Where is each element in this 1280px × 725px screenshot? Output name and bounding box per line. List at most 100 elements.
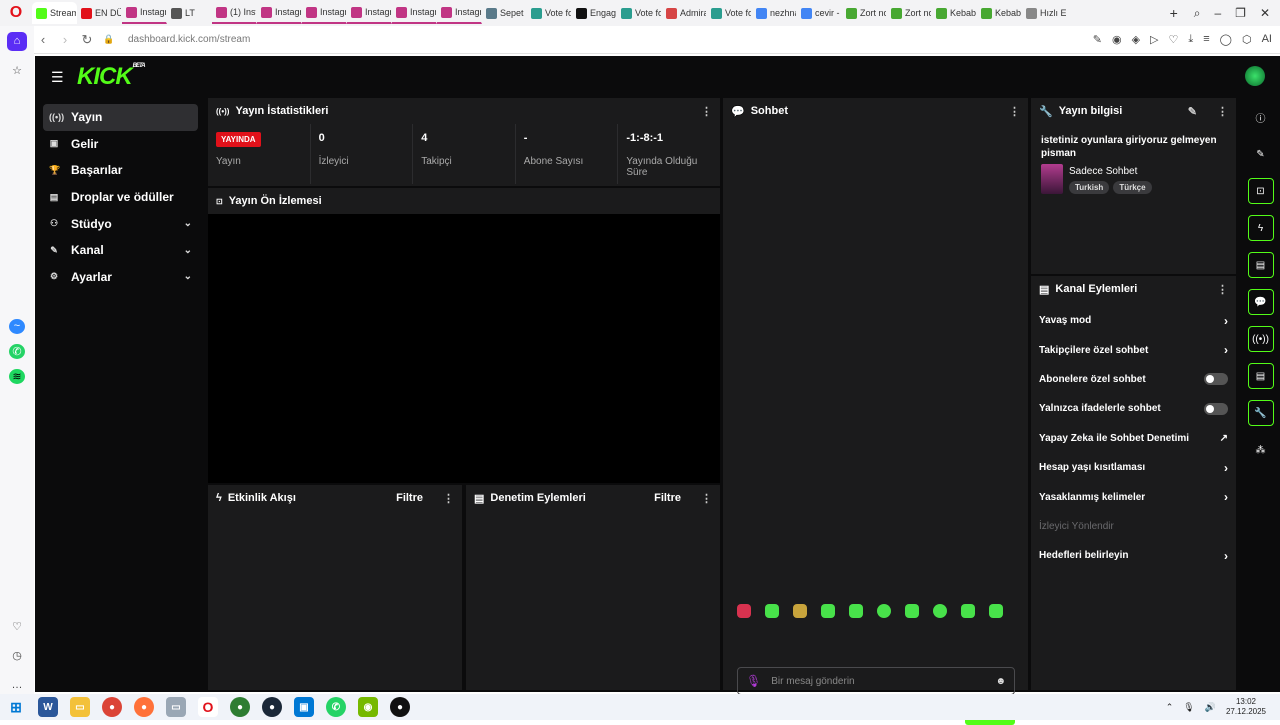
edit-icon[interactable]: ✎ — [1248, 141, 1274, 167]
nav-item[interactable]: ⚙ Ayarlar ⌄ — [43, 264, 198, 291]
steam-icon[interactable]: ● — [262, 697, 282, 717]
browser-tab[interactable]: Instagr — [347, 2, 392, 24]
stream-preview[interactable] — [208, 214, 720, 483]
chevron-right-icon[interactable]: › — [1224, 549, 1228, 563]
channel-action-item[interactable]: Yavaş mod › — [1031, 306, 1236, 335]
browser-tab[interactable]: nezhna — [752, 2, 797, 24]
category-thumbnail[interactable] — [1041, 164, 1063, 194]
browser-tab[interactable]: cevir - — [797, 2, 842, 24]
nav-item[interactable]: 🏆 Başarılar — [43, 157, 198, 184]
file-explorer-icon[interactable]: ▭ — [70, 697, 90, 717]
avatar[interactable] — [1245, 66, 1265, 86]
chevron-down-icon[interactable]: ⌄ — [184, 218, 192, 229]
nav-item[interactable]: ((•)) Yayın — [43, 104, 198, 131]
browser-tab[interactable]: Vote fo — [527, 2, 572, 24]
ai-button[interactable]: AI — [1262, 33, 1272, 46]
chevron-right-icon[interactable]: › — [1224, 461, 1228, 475]
emote-icon[interactable] — [793, 604, 807, 618]
browser-tab[interactable]: Zort nc — [842, 2, 887, 24]
emote-icon[interactable] — [989, 604, 1003, 618]
chevron-right-icon[interactable]: › — [1224, 343, 1228, 357]
browser-tab[interactable]: Instagr — [122, 2, 167, 24]
extension-icon[interactable]: ⬡ — [1242, 33, 1252, 46]
whatsapp-icon[interactable]: ✆ — [326, 697, 346, 717]
hamburger-menu-icon[interactable]: ☰ — [51, 69, 65, 86]
browser-tab[interactable]: Hızlı Er — [1022, 2, 1067, 24]
browser-tab[interactable]: Instagr — [437, 2, 482, 24]
emote-icon[interactable] — [905, 604, 919, 618]
browser-tab[interactable]: LT — [167, 2, 212, 24]
nav-item[interactable]: ▤ Droplar ve ödüller — [43, 184, 198, 211]
emote-icon[interactable] — [849, 604, 863, 618]
emote-icon[interactable] — [933, 604, 947, 618]
word-icon[interactable]: W — [38, 697, 58, 717]
opera-icon[interactable]: O — [198, 697, 218, 717]
toggle-switch[interactable] — [1204, 402, 1228, 415]
chat-message-input[interactable]: 🎙 Bir mesaj gönderin ☻ — [737, 667, 1015, 695]
back-icon[interactable]: ‹ — [32, 32, 54, 47]
browser-tab[interactable]: EN DÜ — [77, 2, 122, 24]
edit-icon[interactable]: ✎ — [1188, 105, 1197, 118]
wrench-toggle-icon[interactable]: 🔧 — [1247, 400, 1274, 426]
nav-item[interactable]: ✎ Kanal ⌄ — [43, 237, 198, 264]
emote-icon[interactable] — [961, 604, 975, 618]
nav-item[interactable]: ▣ Gelir — [43, 131, 198, 158]
history-icon[interactable]: ◷ — [7, 646, 27, 665]
home-icon[interactable]: ⌂ — [7, 32, 27, 51]
emote-icon[interactable] — [737, 604, 751, 618]
url-field[interactable]: dashboard.kick.com/stream — [128, 34, 250, 45]
pin-icon[interactable]: ☆ — [7, 61, 27, 80]
info-icon[interactable]: ⓘ — [1248, 104, 1274, 130]
browser-tab[interactable]: Kebab — [932, 2, 977, 24]
app-icon[interactable]: ● — [390, 697, 410, 717]
channel-action-item[interactable]: Yasaklanmış kelimeler › — [1031, 482, 1236, 511]
menu-icon[interactable]: ≡ — [1203, 33, 1209, 46]
camera-icon[interactable]: ◉ — [1112, 33, 1122, 46]
browser-tab[interactable]: Admira — [662, 2, 707, 24]
microphone-icon[interactable]: 🎙 — [1183, 702, 1194, 713]
download-icon[interactable]: ⤓ — [1188, 33, 1193, 46]
chevron-down-icon[interactable]: ⌄ — [184, 245, 192, 256]
browser-tab[interactable]: Stream - Kick — [32, 2, 77, 24]
broadcast-toggle-icon[interactable]: ((•)) — [1247, 326, 1274, 352]
whatsapp-icon[interactable]: ✆ — [9, 343, 25, 359]
chat-toggle-icon[interactable]: 💬 — [1247, 289, 1274, 315]
microphone-icon[interactable]: 🎙 — [746, 674, 761, 688]
favorites-icon[interactable]: ♡ — [7, 617, 27, 636]
browser-tab[interactable]: Vote fo — [707, 2, 752, 24]
more-options-icon[interactable]: ⋮ — [443, 492, 454, 505]
kick-logo[interactable]: KICKBETA — [77, 63, 146, 91]
close-icon[interactable]: ✕ — [1260, 6, 1270, 21]
channel-action-item[interactable]: Hedefleri belirleyin › — [1031, 541, 1236, 570]
emote-icon[interactable] — [765, 604, 779, 618]
channel-action-item[interactable]: Yalnızca ifadelerle sohbet — [1031, 394, 1236, 423]
play-icon[interactable]: ▷ — [1150, 33, 1158, 46]
more-options-icon[interactable]: ⋮ — [701, 105, 712, 118]
clock[interactable]: 13:02 27.12.2025 — [1226, 697, 1266, 717]
more-options-icon[interactable]: ⋮ — [1217, 105, 1228, 118]
search-tabs-icon[interactable]: ⌕ — [1194, 6, 1201, 21]
browser-tab[interactable]: Zort nc — [887, 2, 932, 24]
spotify-icon[interactable]: ≋ — [9, 368, 25, 385]
nvidia-icon[interactable]: ◉ — [358, 697, 378, 717]
bolt-toggle-icon[interactable]: ϟ — [1247, 215, 1274, 241]
more-options-icon[interactable]: ⋮ — [1009, 105, 1020, 118]
windows-start-icon[interactable]: ⊞ — [6, 697, 26, 717]
channel-action-item[interactable]: Takipçilere özel sohbet › — [1031, 335, 1236, 364]
firefox-icon[interactable]: ● — [134, 697, 154, 717]
heart-icon[interactable]: ♡ — [1169, 33, 1179, 46]
shield-icon[interactable]: ◈ — [1132, 33, 1140, 46]
channel-action-item[interactable]: Yapay Zeka ile Sohbet Denetimi ↗ — [1031, 424, 1236, 453]
share-icon[interactable]: ⁂ — [1248, 437, 1274, 463]
emote-icon[interactable] — [877, 604, 891, 618]
browser-tab[interactable]: Instagr — [302, 2, 347, 24]
volume-icon[interactable]: 🔊 — [1205, 702, 1216, 713]
store-icon[interactable]: ▣ — [294, 697, 314, 717]
emoji-picker-icon[interactable]: ☻ — [995, 676, 1006, 687]
channel-action-item[interactable]: Abonelere özel sohbet — [1031, 365, 1236, 394]
emote-icon[interactable] — [821, 604, 835, 618]
chevron-right-icon[interactable]: › — [1224, 314, 1228, 328]
more-icon[interactable]: … — [7, 675, 27, 694]
files-icon[interactable]: ▭ — [166, 697, 186, 717]
more-options-icon[interactable]: ⋮ — [1217, 283, 1228, 296]
